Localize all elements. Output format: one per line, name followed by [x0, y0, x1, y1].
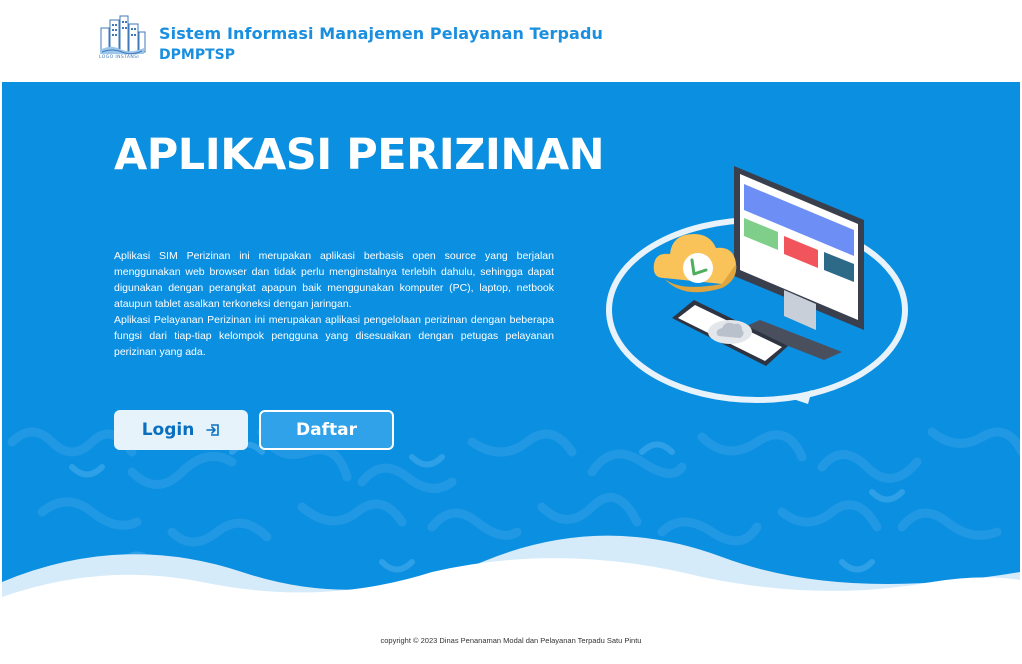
institution-logo[interactable]: LOGO INSTANSI — [96, 14, 148, 64]
login-label: Login — [141, 420, 195, 440]
login-button[interactable]: Login — [114, 410, 248, 450]
description-paragraph-1: Aplikasi SIM Perizinan ini merupakan apl… — [114, 250, 554, 310]
cloud-check-icon — [653, 234, 737, 293]
logo-caption: LOGO INSTANSI — [99, 55, 140, 60]
hero-description: Aplikasi SIM Perizinan ini merupakan apl… — [114, 248, 554, 360]
description-paragraph-2: Aplikasi Pelayanan Perizinan ini merupak… — [114, 314, 554, 358]
sign-in-icon — [206, 424, 220, 436]
hero-banner: APLIKASI PERIZINAN Aplikasi SIM Perizina… — [2, 82, 1020, 618]
agency-name: DPMPTSP — [159, 47, 235, 63]
site-header: LOGO INSTANSI Sistem Informasi Manajemen… — [0, 0, 1022, 82]
wave-divider — [2, 535, 1020, 618]
cloud-sync-devices-illustration — [606, 166, 908, 404]
sync-arrow-head — [790, 390, 812, 404]
register-button[interactable]: Daftar — [259, 410, 394, 450]
hero-title: APLIKASI PERIZINAN — [114, 130, 605, 180]
register-label: Daftar — [296, 420, 357, 440]
app-title: Sistem Informasi Manajemen Pelayanan Ter… — [159, 24, 604, 43]
footer-copyright: copyright © 2023 Dinas Penanaman Modal d… — [380, 636, 642, 645]
